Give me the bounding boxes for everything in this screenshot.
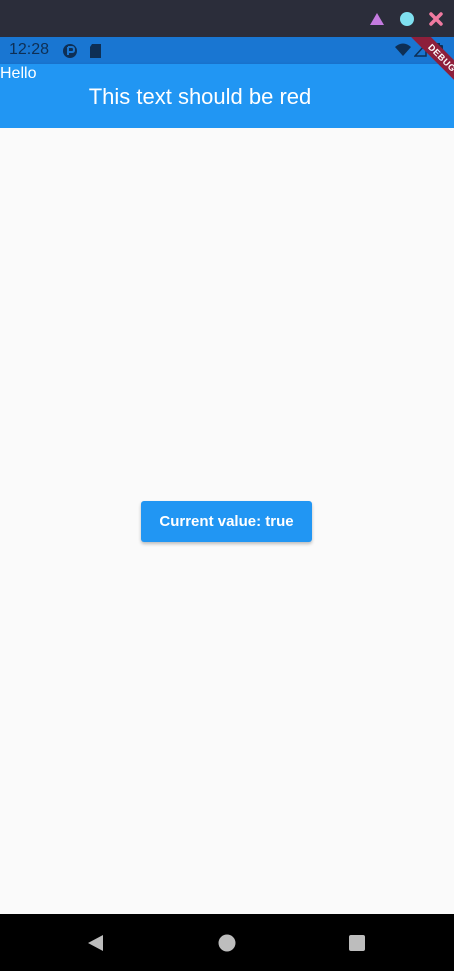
status-time: 12:28 <box>9 41 50 58</box>
app-bar-title: This text should be red <box>88 84 312 109</box>
status-bar: 12:28 <box>0 37 454 64</box>
close-icon[interactable] <box>428 11 444 27</box>
navigation-bar <box>0 914 454 971</box>
recents-icon[interactable] <box>347 933 367 953</box>
home-icon[interactable] <box>217 933 237 953</box>
sd-card-icon <box>90 44 101 58</box>
app-bar: Hello This text should be red <box>0 64 454 128</box>
wifi-icon <box>395 43 411 56</box>
main-content: Current value: true <box>0 128 454 914</box>
back-icon[interactable] <box>86 933 106 953</box>
window-title-bar <box>0 0 454 37</box>
current-value-button[interactable]: Current value: true <box>141 501 312 542</box>
signal-icon <box>414 43 427 57</box>
circle-icon[interactable] <box>399 11 415 27</box>
triangle-icon[interactable] <box>369 11 385 27</box>
battery-icon <box>434 43 443 58</box>
app-indicator-icon <box>63 44 77 58</box>
hello-text: Hello <box>0 65 37 82</box>
